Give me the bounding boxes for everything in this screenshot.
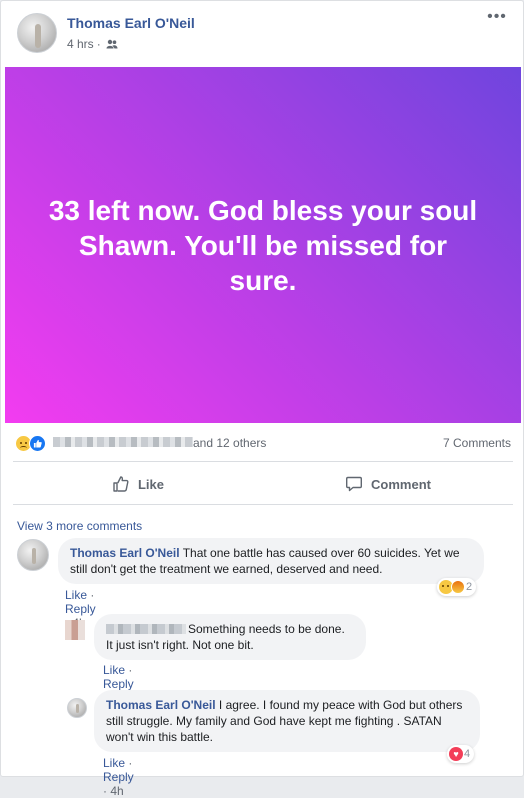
commenter-name[interactable]: Thomas Earl O'Neil (106, 698, 216, 712)
comment-bubble: Something needs to be done. It just isn'… (94, 614, 366, 660)
author-name[interactable]: Thomas Earl O'Neil (67, 15, 195, 31)
comment-text: Something needs to be done. (188, 622, 345, 636)
author-avatar[interactable] (17, 13, 57, 53)
post-action-bar: Like Comment (13, 467, 513, 501)
post-banner: 33 left now. God bless your soul Shawn. … (5, 67, 521, 423)
commenter-avatar[interactable] (67, 698, 87, 718)
like-reaction-icon (29, 435, 46, 452)
comment-button-label: Comment (371, 476, 431, 492)
divider (13, 461, 513, 462)
post-card: Thomas Earl O'Neil 4 hrs · ••• 33 left n… (0, 0, 524, 798)
reactor-others[interactable]: and 12 others (193, 436, 266, 450)
divider (13, 504, 513, 505)
reaction-icons[interactable] (15, 435, 49, 453)
comment-bubble: Thomas Earl O'Neil That one battle has c… (58, 538, 484, 584)
thumbs-up-icon (112, 475, 130, 493)
post-time[interactable]: 4 hrs (67, 37, 94, 51)
post-header: Thomas Earl O'Neil 4 hrs · ••• (17, 9, 507, 57)
like-button-label: Like (137, 476, 164, 492)
reactor-names-blurred[interactable] (53, 437, 193, 447)
reaction-count: 4 (464, 748, 471, 760)
meta-separator: · (96, 37, 101, 51)
post-meta: 4 hrs · (67, 37, 118, 51)
comment-like-link[interactable]: Like (103, 663, 125, 677)
comment-reply-link[interactable]: Reply (103, 770, 134, 784)
more-options-icon[interactable]: ••• (487, 9, 507, 25)
comment-reply-link[interactable]: Reply (103, 677, 134, 691)
comment-bubble-icon (345, 475, 363, 493)
comment-bubble: Thomas Earl O'Neil I agree. I found my p… (94, 690, 480, 752)
commenter-avatar[interactable] (65, 620, 85, 640)
like-button[interactable]: Like (13, 467, 263, 501)
view-more-comments-link[interactable]: View 3 more comments (17, 519, 142, 533)
post-body-text: 33 left now. God bless your soul Shawn. … (48, 194, 478, 296)
commenter-name[interactable]: Thomas Earl O'Neil (70, 546, 180, 560)
angry-reaction-icon (451, 580, 465, 594)
commenter-avatar[interactable] (17, 539, 49, 571)
comment-reaction-badge[interactable]: 2 (437, 578, 477, 596)
comment-like-link[interactable]: Like (65, 588, 87, 602)
comment-button[interactable]: Comment (263, 467, 513, 501)
reaction-summary: and 12 others 7 Comments (15, 433, 511, 453)
comment-like-link[interactable]: Like (103, 756, 125, 770)
comment-reaction-badge[interactable]: ♥ 4 (447, 745, 475, 763)
friends-icon[interactable] (106, 39, 118, 49)
comment-actions: Like · Reply · 4h (103, 756, 134, 798)
comments-count[interactable]: 7 Comments (443, 436, 511, 450)
reaction-count: 2 (466, 581, 473, 593)
comment-reply-link[interactable]: Reply (65, 602, 96, 616)
commenter-name-blurred[interactable] (106, 624, 186, 634)
comment-text-line2: It just isn't right. Not one bit. (106, 638, 254, 652)
comment-time[interactable]: 4h (110, 784, 123, 798)
love-reaction-icon: ♥ (449, 747, 463, 761)
